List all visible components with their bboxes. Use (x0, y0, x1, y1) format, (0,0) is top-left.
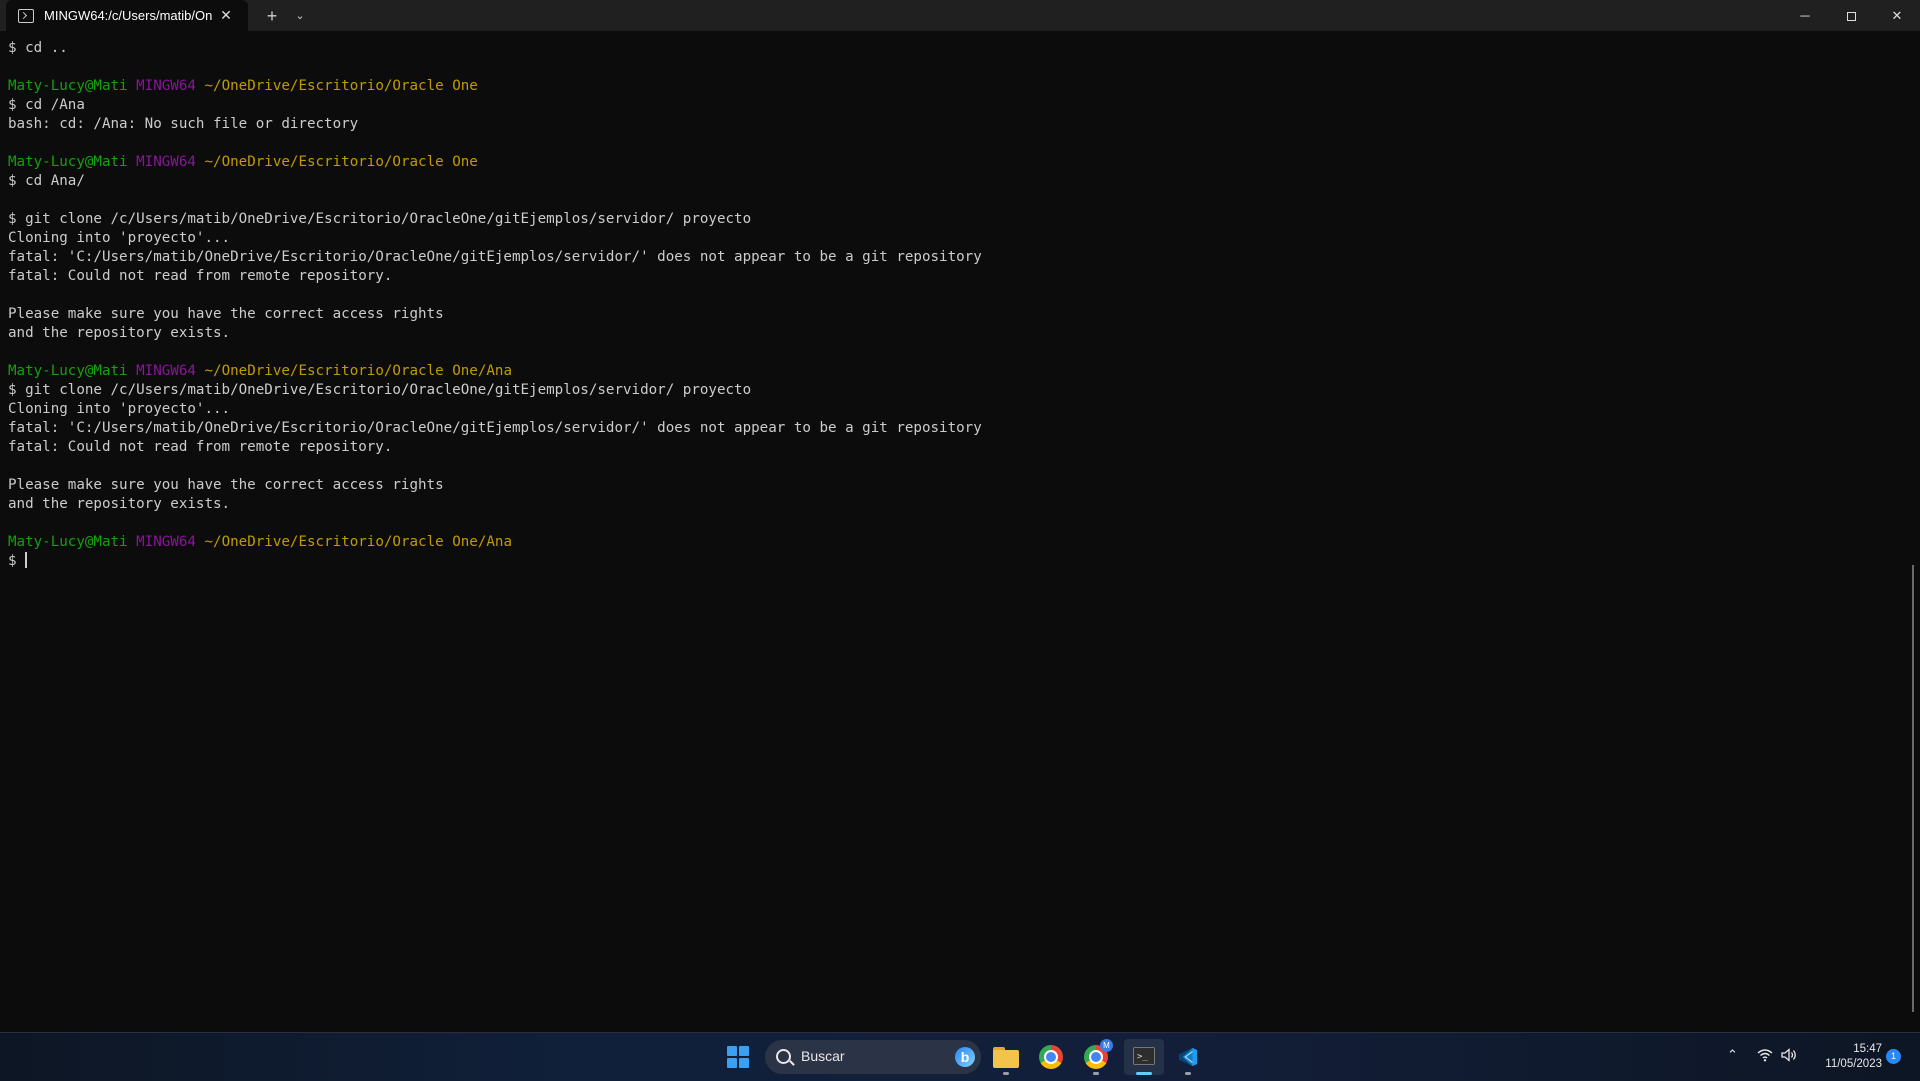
output-line: bash: cd: /Ana: No such file or director… (8, 116, 359, 132)
output-line: $ git clone /c/Users/matib/OneDrive/Escr… (8, 211, 752, 227)
prompt-line: Maty-Lucy@Mati MINGW64 ~/OneDrive/Escrit… (8, 533, 1908, 552)
text-cursor (25, 552, 28, 568)
output-line: Please make sure you have the correct ac… (8, 306, 444, 322)
prompt-host: MINGW64 (136, 78, 196, 94)
prompt-user: Maty-Lucy@Mati (8, 78, 128, 94)
prompt-line: Maty-Lucy@Mati MINGW64 ~/OneDrive/Escrit… (8, 77, 1908, 96)
bing-icon[interactable]: b (955, 1047, 975, 1067)
prompt-path: ~/OneDrive/Escritorio/Oracle One/Ana (204, 534, 512, 550)
taskbar: Buscar b M >_ ⌃ 15:47 11/05/2023 1 (0, 1032, 1920, 1081)
file-explorer-icon[interactable] (990, 1041, 1022, 1073)
tray-chevron-icon[interactable]: ⌃ (1727, 1047, 1738, 1063)
terminal-tab-icon (18, 8, 34, 23)
clock-date: 11/05/2023 (1825, 1058, 1882, 1070)
wifi-icon[interactable] (1757, 1047, 1775, 1065)
prompt-host: MINGW64 (136, 534, 196, 550)
prompt-path: ~/OneDrive/Escritorio/Oracle One (204, 154, 478, 170)
minimize-button[interactable]: ─ (1782, 0, 1828, 31)
terminal-icon[interactable]: >_ (1124, 1039, 1164, 1075)
tab-title: MINGW64:/c/Users/matib/On (44, 8, 213, 23)
prompt-user: Maty-Lucy@Mati (8, 534, 128, 550)
notification-badge[interactable]: 1 (1886, 1049, 1901, 1064)
input-prompt: $ (8, 553, 26, 569)
output-line: and the repository exists. (8, 325, 231, 341)
output-line: fatal: Could not read from remote reposi… (8, 439, 393, 455)
taskbar-search[interactable]: Buscar b (765, 1040, 981, 1074)
new-tab-button[interactable]: + (262, 6, 282, 26)
terminal-output[interactable]: $ cd .. Maty-Lucy@Mati MINGW64 ~/OneDrive… (8, 39, 1908, 1029)
prompt-host: MINGW64 (136, 154, 196, 170)
prompt-path: ~/OneDrive/Escritorio/Oracle One (204, 78, 478, 94)
terminal-scrollbar[interactable] (1912, 565, 1914, 1012)
maximize-button[interactable] (1828, 0, 1874, 31)
terminal-glyph: >_ (1133, 1047, 1155, 1065)
vscode-icon[interactable] (1172, 1041, 1204, 1073)
output-line: $ git clone /c/Users/matib/OneDrive/Escr… (8, 382, 752, 398)
search-icon (776, 1049, 791, 1064)
file-explorer-indicator (1003, 1072, 1009, 1075)
output-line: $ cd Ana/ (8, 173, 85, 189)
input-line: $ (8, 552, 1908, 571)
output-line: fatal: Could not read from remote reposi… (8, 268, 393, 284)
chrome-profile-icon[interactable]: M (1080, 1039, 1113, 1073)
tab-dropdown-button[interactable]: ⌄ (290, 6, 310, 26)
clock-time: 15:47 (1853, 1043, 1882, 1055)
output-line: fatal: 'C:/Users/matib/OneDrive/Escritor… (8, 420, 982, 436)
chrome-icon[interactable] (1035, 1041, 1067, 1073)
prompt-user: Maty-Lucy@Mati (8, 154, 128, 170)
restore-icon (1846, 12, 1856, 21)
vscode-indicator (1185, 1072, 1191, 1075)
search-placeholder: Buscar (801, 1048, 845, 1064)
windows-start-icon[interactable] (727, 1046, 749, 1068)
close-window-button[interactable]: ✕ (1874, 0, 1920, 31)
output-line: Please make sure you have the correct ac… (8, 477, 444, 493)
terminal-active-indicator (1136, 1072, 1152, 1075)
output-line: Cloning into 'proyecto'... (8, 230, 231, 246)
output-line: fatal: 'C:/Users/matib/OneDrive/Escritor… (8, 249, 982, 265)
output-line: $ cd /Ana (8, 97, 85, 113)
system-clock[interactable]: 15:47 11/05/2023 (1812, 1042, 1882, 1072)
prompt-line: Maty-Lucy@Mati MINGW64 ~/OneDrive/Escrit… (8, 153, 1908, 172)
volume-icon[interactable] (1780, 1047, 1798, 1065)
output-line: Cloning into 'proyecto'... (8, 401, 231, 417)
prompt-host: MINGW64 (136, 363, 196, 379)
terminal-tab[interactable]: MINGW64:/c/Users/matib/On ✕ (6, 0, 248, 31)
chrome-profile-indicator (1093, 1072, 1099, 1075)
output-line: $ cd .. (8, 40, 68, 56)
prompt-user: Maty-Lucy@Mati (8, 363, 128, 379)
output-line: and the repository exists. (8, 496, 231, 512)
title-bar: MINGW64:/c/Users/matib/On ✕ + ⌄ ─ ✕ (0, 0, 1920, 31)
tab-close-button[interactable]: ✕ (218, 7, 234, 23)
chrome-profile-badge: M (1100, 1039, 1113, 1052)
prompt-path: ~/OneDrive/Escritorio/Oracle One/Ana (204, 363, 512, 379)
prompt-line: Maty-Lucy@Mati MINGW64 ~/OneDrive/Escrit… (8, 362, 1908, 381)
